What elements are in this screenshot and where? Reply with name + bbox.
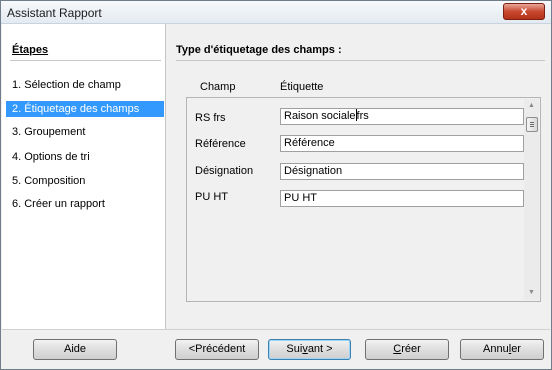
grip-line	[530, 122, 534, 123]
next-label-part: ant >	[307, 343, 333, 355]
field-name: Référence	[195, 138, 246, 150]
column-header-label: Étiquette	[280, 81, 324, 93]
button-bar-divider	[2, 329, 550, 330]
scroll-up-icon[interactable]: ▲	[524, 99, 539, 113]
label-input-designation[interactable]: Désignation	[280, 163, 524, 180]
section-divider	[176, 60, 545, 61]
step-field-labeling[interactable]: 2. Étiquetage des champs	[6, 101, 164, 117]
window-title: Assistant Rapport	[7, 6, 102, 20]
step-create-report[interactable]: 6. Créer un rapport	[6, 196, 164, 212]
create-label-part: réer	[401, 343, 421, 355]
input-text-after-cursor: frs	[356, 110, 369, 122]
step-layout[interactable]: 5. Composition	[6, 173, 164, 189]
cancel-label-part: Annu	[483, 343, 509, 355]
scroll-down-icon[interactable]: ▼	[524, 286, 539, 300]
field-name: Désignation	[195, 165, 254, 177]
step-field-selection[interactable]: 1. Sélection de champ	[6, 77, 164, 93]
report-wizard-window: Assistant Rapport x Étapes 1. Sélection …	[0, 0, 552, 370]
section-title: Type d'étiquetage des champs :	[176, 44, 342, 56]
vertical-scrollbar[interactable]: ▲ ▼	[524, 99, 539, 300]
input-text-before-cursor: Raison sociale	[284, 110, 356, 122]
next-button[interactable]: Suivant >	[268, 339, 351, 360]
close-icon: x	[520, 4, 528, 18]
next-label-part: Sui	[286, 343, 303, 355]
field-name: PU HT	[195, 191, 228, 203]
help-button[interactable]: Aide	[33, 339, 117, 360]
step-sort-options[interactable]: 4. Options de tri	[6, 149, 164, 165]
grip-line	[530, 126, 534, 127]
label-input-rs-frs[interactable]: Raison socialefrs	[280, 108, 524, 125]
title-bar[interactable]: Assistant Rapport x	[1, 1, 551, 24]
column-header-field: Champ	[200, 81, 236, 93]
scroll-thumb[interactable]	[526, 117, 538, 132]
label-input-reference[interactable]: Référence	[280, 135, 524, 152]
previous-button[interactable]: <Précédent	[175, 339, 259, 360]
field-name: RS frs	[195, 112, 226, 124]
create-button[interactable]: Créer	[365, 339, 449, 360]
cancel-button[interactable]: Annuler	[460, 339, 544, 360]
label-input-pu-ht[interactable]: PU HT	[280, 190, 524, 207]
close-button[interactable]: x	[503, 3, 545, 20]
steps-divider	[10, 60, 161, 61]
fields-list: RS frs Raison socialefrs Référence Référ…	[186, 97, 541, 302]
create-label-accesskey: C	[393, 343, 402, 355]
step-grouping[interactable]: 3. Groupement	[6, 124, 164, 140]
labeling-pane: Type d'étiquetage des champs : Champ Éti…	[166, 24, 551, 329]
steps-heading: Étapes	[12, 44, 49, 56]
grip-line	[530, 124, 534, 125]
steps-pane: Étapes 1. Sélection de champ 2. Étiqueta…	[2, 24, 166, 329]
cancel-label-part: er	[511, 343, 521, 355]
